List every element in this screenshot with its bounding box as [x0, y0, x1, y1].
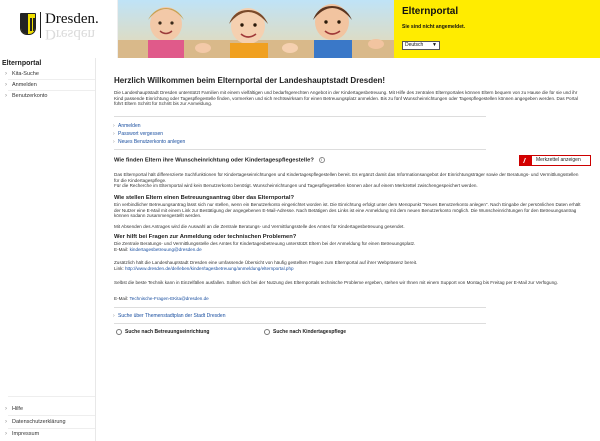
radio-kindertagespflege-label: Suche nach Kindertagespflege: [273, 329, 347, 335]
portal-title: Elternportal: [402, 6, 459, 17]
tech-email-line: E-Mail: Technische-Fragen-EKita@dresden.…: [114, 296, 584, 302]
login-status: Sie sind nicht angemeldet.: [402, 24, 466, 30]
tech-email-link[interactable]: Technische-Fragen-EKita@dresden.de: [130, 296, 209, 301]
sidebar: Elternportal Kita-Suche Anmelden Benutze…: [0, 58, 96, 441]
divider: [114, 149, 486, 150]
sidebar-item-anmelden[interactable]: Anmelden: [0, 81, 96, 90]
sidebar-item-impressum[interactable]: Impressum: [0, 430, 96, 439]
intro-text: Die Landeshauptstadt Dresden unterstützt…: [114, 90, 578, 107]
help-text: Die Zentrale Beratungs- und Vermittlungs…: [114, 241, 416, 246]
city-crest-icon: [20, 13, 36, 35]
language-value: Deutsch: [405, 42, 424, 48]
logo-text-reflection: Dresden: [45, 26, 95, 42]
logo-text: Dresden.: [45, 11, 99, 27]
sidebar-item-kita-suche[interactable]: Kita-Suche: [0, 70, 96, 79]
sidebar-item-hilfe[interactable]: Hilfe: [0, 405, 96, 414]
section-find-title-text: Wie finden Eltern ihre Wunscheinrichtung…: [114, 157, 314, 164]
link-neues-benutzerkonto[interactable]: Neues Benutzerkonto anlegen: [113, 139, 185, 145]
sidebar-item-benutzerkonto[interactable]: Benutzerkonto: [0, 92, 96, 101]
sidebar-divider: [8, 79, 95, 80]
merkzettel-label: Merkzettel anzeigen: [536, 157, 581, 163]
sidebar-divider: [8, 396, 95, 397]
tech-text: Selbst die beste Technik kann in Einzelf…: [114, 280, 558, 285]
divider: [114, 323, 486, 324]
find-text-2: Für die Recherche im Elternportal wird k…: [114, 183, 478, 188]
radio-betreuungseinrichtung-label: Suche nach Betreuungseinrichtung: [125, 329, 210, 335]
page-title: Herzlich Willkommen beim Elternportal de…: [114, 76, 386, 85]
section-help-title: Wer hilft bei Fragen zur Anmeldung oder …: [114, 234, 297, 240]
faq-text: Zusätzlich hält die Landeshauptstadt Dre…: [114, 260, 418, 265]
portal-brand-panel: Elternportal Sie sind nicht angemeldet. …: [398, 0, 600, 58]
faq-link-line: Link: http://www.dresden.de/de/leben/kin…: [114, 266, 584, 272]
logo-separator: [40, 12, 41, 38]
chevron-down-icon: ▼: [432, 42, 437, 48]
notepad-icon: [520, 156, 532, 165]
header-photo-children: [118, 0, 394, 58]
help-email-link[interactable]: kindertagesbetreuung@dresden.de: [130, 247, 202, 252]
section-find-title: Wie finden Eltern ihre Wunscheinrichtung…: [114, 157, 325, 164]
section-apply-title: Wie stellen Eltern einen Betreuungsantra…: [114, 195, 295, 201]
help-email-label: E-Mail:: [114, 247, 129, 252]
info-icon[interactable]: i: [318, 157, 325, 163]
divider: [114, 116, 486, 117]
main-content: Herzlich Willkommen beim Elternportal de…: [104, 58, 600, 441]
help-email-line: E-Mail: kindertagesbetreuung@dresden.de: [114, 247, 584, 253]
elternportal-page: Dresden. Dresden Elternportal Sie sind n…: [0, 0, 600, 441]
radio-betreuungseinrichtung[interactable]: [116, 329, 122, 335]
divider: [114, 307, 486, 308]
sidebar-item-datenschutz[interactable]: Datenschutzerklärung: [0, 418, 96, 427]
apply-text-2: Mit Absenden des Antrages wird die Auswa…: [114, 224, 405, 229]
header-bar: Dresden. Dresden Elternportal Sie sind n…: [0, 0, 600, 58]
link-themenstadtplan[interactable]: Suche über Themenstadtplan der Stadt Dre…: [113, 313, 226, 319]
link-anmelden[interactable]: Anmelden: [113, 123, 140, 129]
sidebar-divider: [8, 415, 95, 416]
faq-link-label: Link:: [114, 266, 124, 271]
faq-link[interactable]: http://www.dresden.de/de/leben/kinder/ta…: [125, 266, 294, 271]
sidebar-title: Elternportal: [2, 60, 42, 67]
apply-text: Ein verbindlicher Betreuungsantrag lässt…: [114, 202, 581, 219]
tech-email-label: E-Mail:: [114, 296, 129, 301]
radio-kindertagespflege[interactable]: [264, 329, 270, 335]
language-select[interactable]: Deutsch ▼: [402, 41, 440, 50]
find-text: Das Elternportal hält differenzierte Suc…: [114, 172, 579, 183]
sidebar-divider: [8, 90, 95, 91]
sidebar-divider: [8, 428, 95, 429]
merkzettel-button[interactable]: Merkzettel anzeigen: [519, 155, 591, 166]
dresden-logo[interactable]: Dresden. Dresden: [0, 0, 118, 58]
link-passwort-vergessen[interactable]: Passwort vergessen: [113, 131, 163, 137]
